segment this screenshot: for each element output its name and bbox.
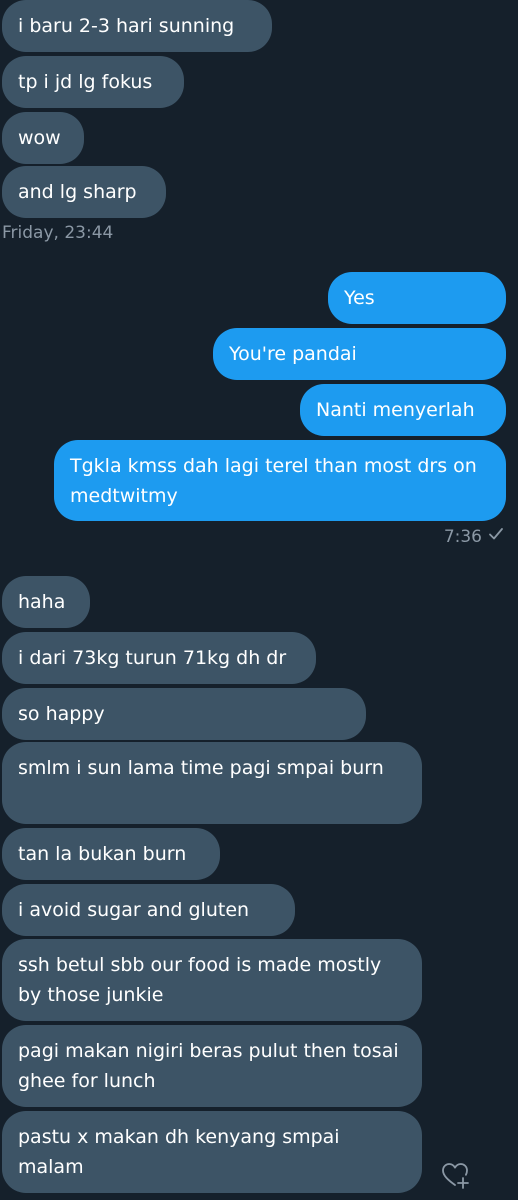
message-bubble-incoming[interactable]: smlm i sun lama time pagi smpai burn [2, 742, 422, 824]
message-text: smlm i sun lama time pagi smpai burn [18, 757, 384, 779]
message-text: pastu x makan dh kenyang smpai malam [18, 1126, 340, 1178]
message-text: i baru 2-3 hari sunning [18, 15, 235, 37]
message-text: You're pandai [229, 343, 357, 365]
message-bubble-outgoing[interactable]: Nanti menyerlah [300, 384, 506, 436]
checkmark-icon [488, 526, 504, 547]
message-text: tan la bukan burn [18, 843, 187, 865]
message-text: haha [18, 591, 66, 613]
message-text: tp i jd lg fokus [18, 71, 153, 93]
message-bubble-incoming[interactable]: tan la bukan burn [2, 828, 220, 880]
message-bubble-incoming[interactable]: i baru 2-3 hari sunning [2, 0, 272, 52]
message-bubble-incoming[interactable]: wow [2, 112, 84, 164]
message-bubble-incoming[interactable]: pastu x makan dh kenyang smpai malam [2, 1111, 422, 1193]
message-text: i avoid sugar and gluten [18, 899, 250, 921]
message-bubble-incoming[interactable]: ssh betul sbb our food is made mostly by… [2, 939, 422, 1021]
message-text: and lg sharp [18, 181, 137, 203]
conversation-thread: i baru 2-3 hari sunning tp i jd lg fokus… [0, 0, 518, 1200]
message-bubble-outgoing[interactable]: You're pandai [213, 328, 506, 380]
message-bubble-incoming[interactable]: tp i jd lg fokus [2, 56, 184, 108]
message-text: wow [18, 127, 61, 149]
message-text: pagi makan nigiri beras pulut then tosai… [18, 1040, 399, 1092]
message-bubble-incoming[interactable]: i avoid sugar and gluten [2, 884, 295, 936]
message-bubble-incoming[interactable]: haha [2, 576, 90, 628]
message-text: ssh betul sbb our food is made mostly by… [18, 954, 382, 1006]
message-text: Nanti menyerlah [316, 399, 475, 421]
message-bubble-incoming[interactable]: so happy [2, 688, 366, 740]
message-status: 7:36 [444, 526, 504, 547]
message-bubble-incoming[interactable]: i dari 73kg turun 71kg dh dr [2, 632, 316, 684]
message-timestamp: Friday, 23:44 [2, 223, 114, 243]
message-bubble-outgoing[interactable]: Yes [328, 272, 506, 324]
sent-time: 7:36 [443, 526, 482, 547]
message-text: so happy [18, 703, 105, 725]
message-bubble-incoming[interactable]: and lg sharp [2, 166, 166, 218]
message-bubble-outgoing[interactable]: Tgkla kmss dah lagi terel than most drs … [54, 440, 506, 521]
message-text: Tgkla kmss dah lagi terel than most drs … [70, 455, 477, 507]
message-text: Yes [344, 287, 375, 309]
heart-plus-icon[interactable] [440, 1160, 470, 1190]
message-bubble-incoming[interactable]: pagi makan nigiri beras pulut then tosai… [2, 1025, 422, 1107]
message-text: i dari 73kg turun 71kg dh dr [18, 647, 287, 669]
